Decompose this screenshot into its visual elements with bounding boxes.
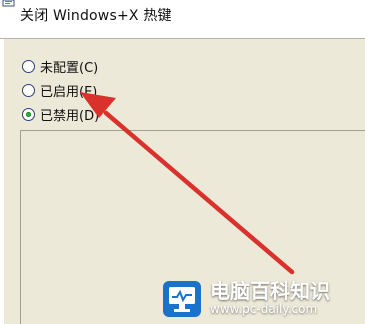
watermark-logo: 电脑百科知识 www.pc-daily.com	[152, 272, 365, 324]
radio-disabled-label: 已禁用(D)	[40, 108, 100, 124]
left-border	[0, 39, 4, 324]
watermark-title: 电脑百科知识	[210, 279, 330, 303]
radio-enabled[interactable]: 已启用(E)	[22, 81, 98, 100]
radio-disabled-button[interactable]	[22, 107, 35, 121]
dialog-header: 关闭 Windows+X 热键	[0, 0, 365, 39]
setting-title: 关闭 Windows+X 热键	[20, 8, 172, 24]
radio-not-configured-button[interactable]	[22, 59, 35, 73]
radio-not-configured[interactable]: 未配置(C)	[22, 57, 99, 76]
watermark-url: www.pc-daily.com	[210, 302, 318, 316]
policy-dialog: 关闭 Windows+X 热键 未配置(C) 已启用(E) 已禁用(D) 电脑百…	[0, 0, 365, 324]
monitor-icon	[163, 281, 201, 317]
radio-disabled[interactable]: 已禁用(D)	[22, 105, 100, 124]
radio-not-configured-label: 未配置(C)	[40, 60, 99, 76]
radio-enabled-button[interactable]	[22, 83, 35, 97]
radio-enabled-label: 已启用(E)	[40, 84, 98, 100]
policy-icon	[2, 0, 15, 7]
